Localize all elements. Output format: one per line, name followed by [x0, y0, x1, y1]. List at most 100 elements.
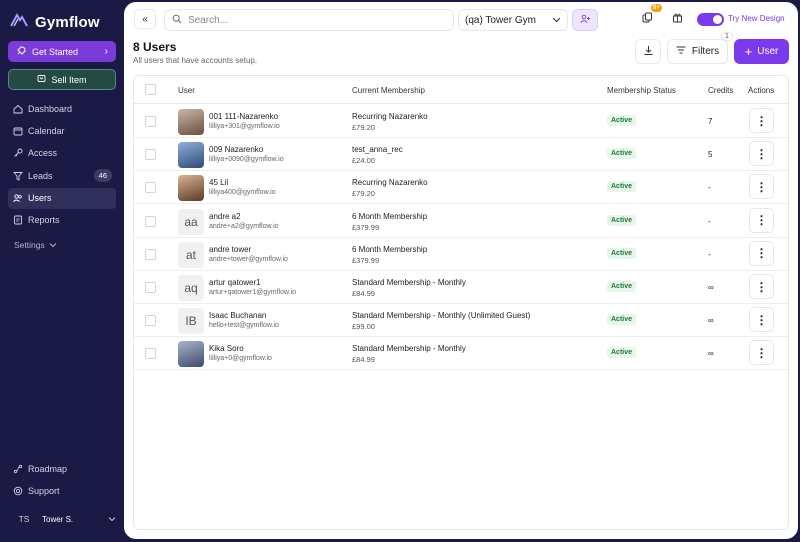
table-row[interactable]: IB Isaac Buchanan hello+test@gymflow.io Sta… — [134, 304, 788, 338]
try-new-design-label[interactable]: Try New Design — [728, 14, 785, 23]
row-actions-button[interactable]: ⋮ — [749, 340, 774, 366]
membership-name: Standard Membership - Monthly — [352, 278, 466, 287]
table-header: User Current Membership Membership Statu… — [134, 76, 788, 104]
gym-select[interactable]: (qa) Tower Gym — [458, 9, 568, 31]
sidebar-item-users[interactable]: Users — [8, 187, 116, 209]
more-vertical-icon: ⋮ — [755, 179, 768, 194]
avatar: IB — [178, 308, 204, 335]
filters-count-badge: 1 — [721, 32, 733, 41]
sidebar-item-label: Users — [28, 193, 52, 204]
row-checkbox[interactable] — [145, 182, 156, 194]
sidebar-item-label: Support — [28, 485, 60, 496]
bottom-nav: Roadmap Support — [8, 458, 116, 503]
notifications-button[interactable] — [640, 12, 654, 26]
row-actions-button[interactable]: ⋮ — [749, 174, 774, 200]
row-actions-button[interactable]: ⋮ — [749, 307, 774, 333]
chevron-right-icon: › — [104, 46, 108, 57]
membership-name: 6 Month Membership — [352, 211, 428, 221]
search-input[interactable] — [188, 14, 428, 26]
table-row[interactable]: aa andre a2 andre+a2@gymflow.io 6 Month Mem… — [134, 205, 788, 238]
credits-value: - — [708, 249, 711, 259]
sidebar-item-access[interactable]: Access — [8, 143, 116, 164]
row-actions-button[interactable]: ⋮ — [749, 108, 774, 133]
get-started-button[interactable]: Get Started › — [8, 41, 116, 62]
membership-price: £84.99 — [352, 355, 375, 365]
topbar: « (qa) Tower Gym 9+ Try New Design — [124, 2, 798, 36]
account-menu[interactable]: TS Tower S. — [8, 508, 116, 530]
sidebar-item-calendar[interactable]: Calendar — [8, 120, 116, 141]
add-user-button[interactable]: + User — [734, 39, 789, 64]
table-row[interactable]: Kika Soro lilliya+0@gymflow.io Standard Me… — [134, 337, 788, 371]
user-name[interactable]: 001 111-Nazarenko — [209, 112, 278, 121]
users-table: User Current Membership Membership Statu… — [133, 75, 789, 530]
user-email: lilliya+301@gymflow.io — [209, 123, 280, 130]
row-checkbox[interactable] — [145, 149, 156, 161]
user-email: lilliya400@gymflow.io — [209, 189, 276, 197]
user-email: lilliya+0090@gymflow.io — [209, 156, 284, 164]
table-row[interactable]: at andre tower andre+tower@gymflow.io 6 Mon… — [134, 238, 788, 271]
settings-label: Settings — [14, 240, 45, 250]
brand-name: Gymflow — [35, 14, 100, 31]
chevron-down-icon — [552, 15, 561, 26]
header-user[interactable]: User — [178, 86, 195, 95]
membership-name: Recurring Nazarenko — [352, 112, 428, 121]
more-vertical-icon: ⋮ — [755, 113, 768, 128]
header-membership[interactable]: Current Membership — [352, 86, 425, 95]
user-name[interactable]: artur qatower1 — [209, 278, 261, 287]
download-button[interactable] — [635, 39, 661, 64]
new-design-toggle[interactable] — [697, 13, 724, 26]
user-name[interactable]: andre tower — [209, 245, 251, 254]
user-name[interactable]: 009 Nazarenko — [209, 145, 263, 154]
row-checkbox[interactable] — [145, 315, 156, 327]
collapse-sidebar-button[interactable]: « — [134, 9, 156, 29]
credits-value: 7 — [708, 117, 713, 126]
search-box[interactable] — [164, 9, 454, 31]
sidebar-item-reports[interactable]: Reports — [8, 210, 116, 231]
row-actions-button[interactable]: ⋮ — [749, 240, 774, 266]
more-vertical-icon: ⋮ — [755, 213, 768, 228]
support-icon — [13, 486, 23, 496]
user-name[interactable]: andre a2 — [209, 212, 241, 221]
main-panel: « (qa) Tower Gym 9+ Try New Design 8 Use… — [124, 2, 798, 539]
status-badge: Active — [607, 115, 637, 126]
credits-value: ∞ — [708, 349, 714, 359]
sidebar-item-support[interactable]: Support — [8, 480, 116, 501]
header-status[interactable]: Membership Status — [607, 86, 676, 95]
plus-icon: + — [744, 44, 753, 59]
row-checkbox[interactable] — [145, 348, 156, 360]
row-checkbox[interactable] — [145, 116, 156, 127]
user-name[interactable]: Isaac Buchanan — [209, 311, 266, 320]
table-row[interactable]: 001 111-Nazarenko lilliya+301@gymflow.io R… — [134, 105, 788, 138]
gift-button[interactable] — [670, 12, 684, 26]
table-row[interactable]: aq artur qatower1 artur+qatower1@gymflow.i… — [134, 271, 788, 304]
filters-button[interactable]: Filters — [667, 39, 728, 64]
sidebar-item-label: Reports — [28, 215, 60, 226]
user-name[interactable]: Kika Soro — [209, 344, 244, 353]
table-row[interactable]: 45 Lil lilliya400@gymflow.io Recurring Naz… — [134, 171, 788, 205]
table-row[interactable]: 009 Nazarenko lilliya+0090@gymflow.io test… — [134, 138, 788, 172]
status-badge: Active — [607, 281, 637, 292]
row-checkbox[interactable] — [145, 282, 156, 293]
credits-value: - — [708, 216, 711, 226]
row-actions-button[interactable]: ⋮ — [749, 207, 774, 233]
brand[interactable]: Gymflow — [9, 12, 100, 33]
row-checkbox[interactable] — [145, 248, 156, 260]
select-all-checkbox[interactable] — [145, 84, 156, 95]
main-nav: Dashboard Calendar Access Leads 46 Users… — [8, 98, 116, 232]
row-actions-button[interactable]: ⋮ — [749, 141, 774, 167]
add-member-button[interactable] — [572, 9, 598, 31]
sell-item-button[interactable]: Sell Item — [8, 69, 116, 90]
sidebar-item-leads[interactable]: Leads 46 — [8, 165, 116, 186]
sidebar-item-dashboard[interactable]: Dashboard — [8, 98, 116, 119]
settings-toggle[interactable]: Settings — [14, 240, 57, 250]
avatar: aq — [178, 275, 204, 301]
sidebar-item-roadmap[interactable]: Roadmap — [8, 458, 116, 479]
status-badge: Active — [607, 148, 637, 160]
header-credits[interactable]: Credits — [708, 86, 733, 95]
row-checkbox[interactable] — [145, 215, 156, 227]
user-name[interactable]: 45 Lil — [209, 178, 228, 187]
sidebar-item-label: Dashboard — [28, 103, 73, 114]
row-actions-button[interactable]: ⋮ — [749, 274, 774, 299]
more-vertical-icon: ⋮ — [755, 246, 768, 261]
page-title: 8 Users — [133, 40, 177, 54]
